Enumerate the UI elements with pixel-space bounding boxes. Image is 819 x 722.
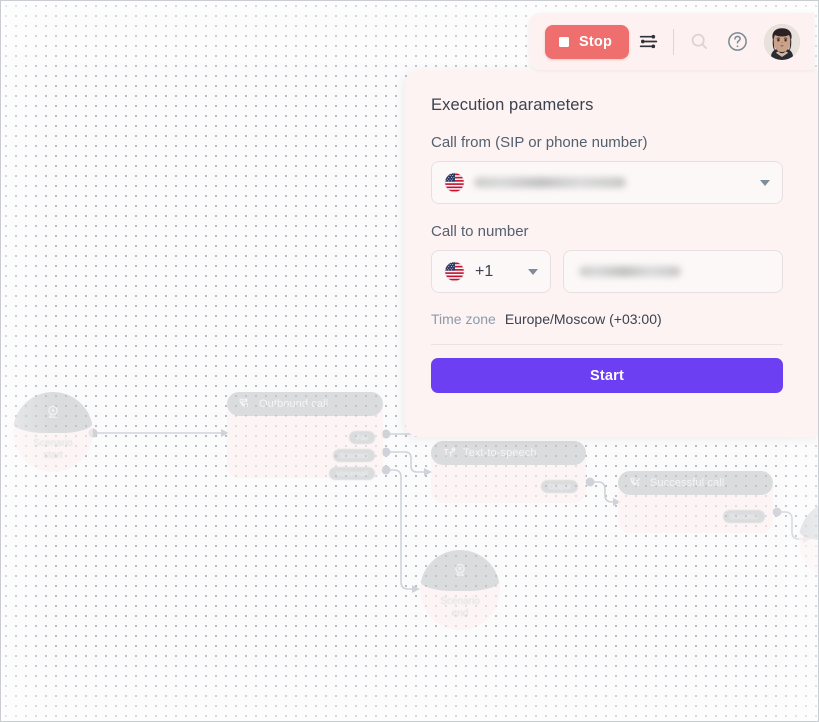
stop-button[interactable]: Stop xyxy=(544,24,629,59)
node-port-success[interactable]: Success xyxy=(332,449,375,462)
chevron-down-icon xyxy=(760,179,770,186)
execution-parameters-panel: Execution parameters Call from (SIP or p… xyxy=(405,70,818,437)
node-label: Scenario start xyxy=(13,438,93,462)
text-to-speech-icon xyxy=(443,446,456,457)
flag-us-icon xyxy=(444,261,465,282)
timezone-row: Time zone Europe/Moscow (+03:00) xyxy=(431,311,783,327)
dial-code-value: +1 xyxy=(475,262,494,280)
node-header: Outbound call xyxy=(227,392,383,416)
stop-square-icon xyxy=(558,36,569,47)
panel-divider xyxy=(431,344,783,345)
node-port-output[interactable]: Output xyxy=(541,480,578,493)
call-to-label: Call to number xyxy=(431,223,529,240)
start-button[interactable]: Start xyxy=(431,358,783,393)
call-from-label: Call from (SIP or phone number) xyxy=(431,134,648,151)
node-header: Text-to-speech xyxy=(431,441,586,465)
app-window: Scenario start Outbound call Fail Succes… xyxy=(0,0,819,722)
flag-us-icon xyxy=(444,172,465,193)
edge-arrow xyxy=(412,585,420,593)
edge-tts-to-success xyxy=(590,481,615,503)
node-text-to-speech[interactable]: Text-to-speech Output xyxy=(431,441,586,503)
node-cap xyxy=(420,550,500,591)
node-title: Outbound call xyxy=(259,398,329,410)
scenario-start-icon xyxy=(48,405,58,418)
node-cap xyxy=(13,392,93,433)
timezone-label[interactable]: Time zone xyxy=(431,311,496,327)
chevron-down-icon xyxy=(528,268,538,275)
user-avatar-image xyxy=(764,23,800,60)
phone-outgoing-icon xyxy=(239,398,249,408)
top-toolbar: Stop xyxy=(528,13,814,70)
node-title: Text-to-speech xyxy=(463,447,537,459)
node-port-voicemail[interactable]: Voicemail xyxy=(328,467,375,480)
settings-button[interactable] xyxy=(629,23,667,61)
edge-success-to-tts xyxy=(386,451,425,473)
panel-title: Execution parameters xyxy=(431,96,594,114)
stop-button-label: Stop xyxy=(578,33,612,50)
node-label-line1: Scenario xyxy=(33,438,73,449)
call-to-value-redacted xyxy=(579,266,681,277)
node-label-line2: start xyxy=(43,450,63,461)
node-scenario-start[interactable]: Scenario start xyxy=(13,392,93,472)
call-from-value-redacted xyxy=(474,177,626,188)
node-body: Success xyxy=(618,495,773,533)
node-scenario-end[interactable]: Scenario end xyxy=(420,550,500,630)
avatar[interactable] xyxy=(764,23,800,60)
node-port-success[interactable]: Success xyxy=(722,510,765,523)
call-to-row: +1 xyxy=(431,250,783,293)
dial-code-select[interactable]: +1 xyxy=(431,250,551,293)
node-outbound-call[interactable]: Outbound call Fail Success Voicemail xyxy=(227,392,383,480)
call-from-select[interactable] xyxy=(431,161,783,204)
search-icon xyxy=(691,33,707,49)
node-label: Scenario end xyxy=(420,596,500,620)
question-circle-icon xyxy=(727,32,747,51)
call-to-number-input[interactable] xyxy=(563,250,783,293)
sliders-icon xyxy=(639,34,657,49)
phone-check-icon xyxy=(630,477,641,487)
node-successful-call[interactable]: Successful call Success xyxy=(618,471,773,533)
timezone-value: Europe/Moscow (+03:00) xyxy=(504,311,662,327)
node-label-line1: Scenario xyxy=(440,596,480,607)
help-button[interactable] xyxy=(718,23,756,61)
node-port-fail[interactable]: Fail xyxy=(348,431,375,444)
node-body: Output xyxy=(431,465,586,503)
node-title: Successful call xyxy=(650,477,725,489)
toolbar-divider xyxy=(673,28,674,55)
node-header: Successful call xyxy=(618,471,773,495)
search-button[interactable] xyxy=(680,23,718,61)
scenario-end-icon xyxy=(455,563,465,576)
edge-voicemail-to-end xyxy=(386,469,413,590)
node-body: Fail Success Voicemail xyxy=(227,416,383,480)
node-label-line2: end xyxy=(451,608,469,619)
